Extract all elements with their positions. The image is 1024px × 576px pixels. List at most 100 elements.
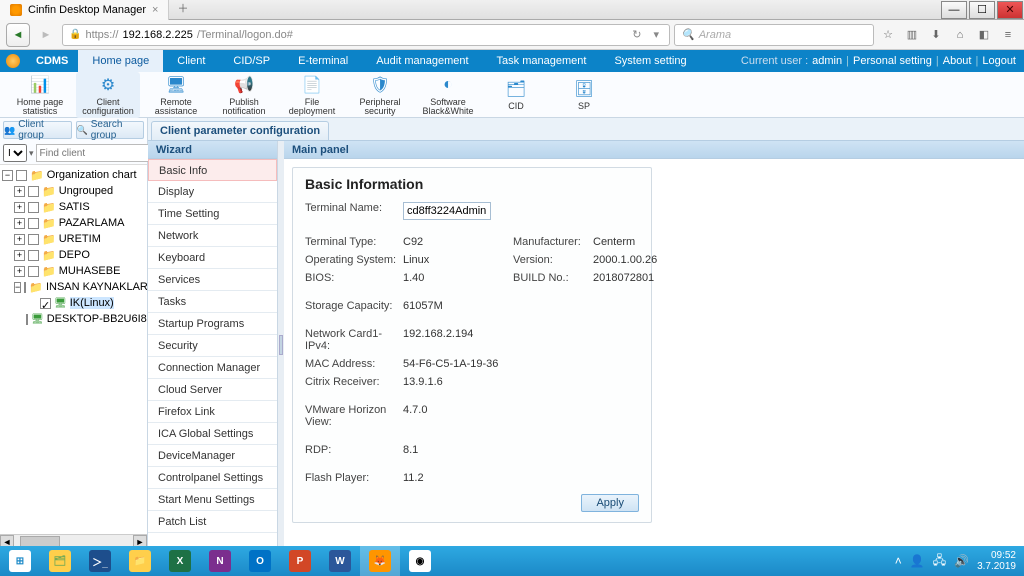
- wizard-item-start-menu-settings[interactable]: Start Menu Settings: [148, 489, 277, 511]
- tree-checkbox[interactable]: [24, 282, 26, 293]
- wizard-item-ica-global-settings[interactable]: ICA Global Settings: [148, 423, 277, 445]
- ribbon-remote[interactable]: 🖥Remoteassistance: [144, 72, 208, 118]
- personal-setting-link[interactable]: Personal setting: [853, 55, 932, 67]
- browser-search[interactable]: 🔍 Arama: [674, 24, 874, 46]
- home-icon[interactable]: ⌂: [950, 29, 970, 41]
- main-nav-task-management[interactable]: Task management: [483, 50, 601, 72]
- tree-expand-icon[interactable]: +: [14, 234, 25, 245]
- logout-link[interactable]: Logout: [982, 55, 1016, 67]
- tree-checkbox[interactable]: [28, 186, 39, 197]
- window-minimize-button[interactable]: —: [941, 1, 967, 19]
- tree-node[interactable]: 🖥DESKTOP-BB2U6I8(Wi: [0, 311, 147, 327]
- main-nav-e-terminal[interactable]: E-terminal: [284, 50, 362, 72]
- tree-expand-icon[interactable]: +: [14, 218, 25, 229]
- wizard-item-cloud-server[interactable]: Cloud Server: [148, 379, 277, 401]
- task-onenote[interactable]: N: [200, 546, 240, 576]
- user-name-link[interactable]: admin: [812, 55, 842, 67]
- task-explorer2[interactable]: 📁: [120, 546, 160, 576]
- wizard-item-tasks[interactable]: Tasks: [148, 291, 277, 313]
- client-param-config-tab[interactable]: Client parameter configuration: [151, 121, 329, 140]
- new-tab-button[interactable]: ＋: [169, 0, 196, 20]
- tree-checkbox[interactable]: [16, 170, 27, 181]
- tree-checkbox[interactable]: [28, 250, 39, 261]
- tree-expand-icon[interactable]: +: [14, 186, 25, 197]
- tree-expand-icon[interactable]: +: [14, 266, 25, 277]
- forward-button[interactable]: ►: [34, 23, 58, 47]
- task-powerpoint[interactable]: P: [280, 546, 320, 576]
- tree-node[interactable]: +📁SATIS: [0, 199, 147, 215]
- tray-people-icon[interactable]: 👤: [910, 554, 925, 568]
- ribbon-home-page[interactable]: 📊Home pagestatistics: [8, 72, 72, 118]
- tree-checkbox[interactable]: [26, 314, 28, 325]
- downloads-icon[interactable]: ⬇: [926, 28, 946, 41]
- tree-node[interactable]: +📁DEPO: [0, 247, 147, 263]
- ribbon-file[interactable]: 📄Filedeployment: [280, 72, 344, 118]
- start-button[interactable]: ⊞: [0, 546, 40, 576]
- tab-close-icon[interactable]: ×: [152, 4, 158, 16]
- main-nav-audit-management[interactable]: Audit management: [362, 50, 482, 72]
- search-mode-select[interactable]: IP: [3, 144, 27, 162]
- tree-expand-icon[interactable]: +: [14, 250, 25, 261]
- window-close-button[interactable]: ✕: [997, 1, 1023, 19]
- main-nav-cid/sp[interactable]: CID/SP: [219, 50, 284, 72]
- tree-node[interactable]: −📁Organization chart: [0, 167, 147, 183]
- wizard-item-connection-manager[interactable]: Connection Manager: [148, 357, 277, 379]
- tree-node[interactable]: +📁URETIM: [0, 231, 147, 247]
- ribbon-cid[interactable]: 🗂CID: [484, 76, 548, 113]
- tree-node[interactable]: +📁MUHASEBE: [0, 263, 147, 279]
- sidebar-tab-client-group[interactable]: 👥Client group: [3, 121, 72, 139]
- tree-checkbox[interactable]: ✓: [40, 298, 51, 309]
- tree-node[interactable]: +📁PAZARLAMA: [0, 215, 147, 231]
- tree-node[interactable]: +📁Ungrouped: [0, 183, 147, 199]
- wizard-item-keyboard[interactable]: Keyboard: [148, 247, 277, 269]
- wizard-item-basic-info[interactable]: Basic Info: [148, 159, 277, 181]
- reload-icon[interactable]: ↻: [628, 28, 645, 41]
- wizard-item-network[interactable]: Network: [148, 225, 277, 247]
- about-link[interactable]: About: [943, 55, 972, 67]
- url-dropdown-icon[interactable]: ▾: [649, 28, 663, 41]
- browser-tab[interactable]: Cinfin Desktop Manager ×: [0, 0, 169, 20]
- task-word[interactable]: W: [320, 546, 360, 576]
- tree-expand-icon[interactable]: +: [14, 202, 25, 213]
- tray-up-icon[interactable]: ˄: [895, 554, 902, 568]
- sidebar-icon[interactable]: ◧: [974, 28, 994, 41]
- wizard-item-controlpanel-settings[interactable]: Controlpanel Settings: [148, 467, 277, 489]
- main-nav-home-page[interactable]: Home page: [78, 50, 163, 72]
- main-nav-client[interactable]: Client: [163, 50, 219, 72]
- url-bar[interactable]: 🔒 https://192.168.2.225/Terminal/logon.d…: [62, 24, 670, 46]
- task-powershell[interactable]: ＞_: [80, 546, 120, 576]
- back-button[interactable]: ◄: [6, 23, 30, 47]
- main-nav-system-setting[interactable]: System setting: [600, 50, 700, 72]
- task-firefox[interactable]: 🦊: [360, 546, 400, 576]
- taskbar-clock[interactable]: 09:52 3.7.2019: [977, 550, 1016, 572]
- task-excel[interactable]: X: [160, 546, 200, 576]
- tree-expand-icon[interactable]: −: [14, 282, 21, 293]
- task-chrome[interactable]: ◉: [400, 546, 440, 576]
- tree-checkbox[interactable]: [28, 266, 39, 277]
- terminal-name-input[interactable]: [403, 202, 491, 220]
- wizard-item-firefox-link[interactable]: Firefox Link: [148, 401, 277, 423]
- wizard-item-security[interactable]: Security: [148, 335, 277, 357]
- apply-button[interactable]: Apply: [581, 494, 639, 512]
- wizard-item-patch-list[interactable]: Patch List: [148, 511, 277, 533]
- window-maximize-button[interactable]: ☐: [969, 1, 995, 19]
- task-outlook[interactable]: O: [240, 546, 280, 576]
- wizard-item-startup-programs[interactable]: Startup Programs: [148, 313, 277, 335]
- task-file-explorer[interactable]: 🗂: [40, 546, 80, 576]
- ribbon-peripheral[interactable]: 🛡Peripheralsecurity: [348, 72, 412, 118]
- ribbon-software[interactable]: ◐SoftwareBlack&White: [416, 72, 480, 118]
- tree-checkbox[interactable]: [28, 234, 39, 245]
- tree-expand-icon[interactable]: −: [2, 170, 13, 181]
- ribbon-sp[interactable]: 🗄SP: [552, 76, 616, 113]
- bookmark-icon[interactable]: ☆: [878, 28, 898, 41]
- wizard-item-time-setting[interactable]: Time Setting: [148, 203, 277, 225]
- wizard-item-devicemanager[interactable]: DeviceManager: [148, 445, 277, 467]
- tree-node[interactable]: ✓🖥IK(Linux): [0, 295, 147, 311]
- menu-icon[interactable]: ≡: [998, 29, 1018, 41]
- sidebar-tab-search-group[interactable]: 🔍Search group: [76, 121, 145, 139]
- tray-network-icon[interactable]: 🖧: [933, 551, 946, 572]
- ribbon-publish[interactable]: 📢Publishnotification: [212, 72, 276, 118]
- tree-checkbox[interactable]: [28, 218, 39, 229]
- wizard-item-services[interactable]: Services: [148, 269, 277, 291]
- wizard-item-display[interactable]: Display: [148, 181, 277, 203]
